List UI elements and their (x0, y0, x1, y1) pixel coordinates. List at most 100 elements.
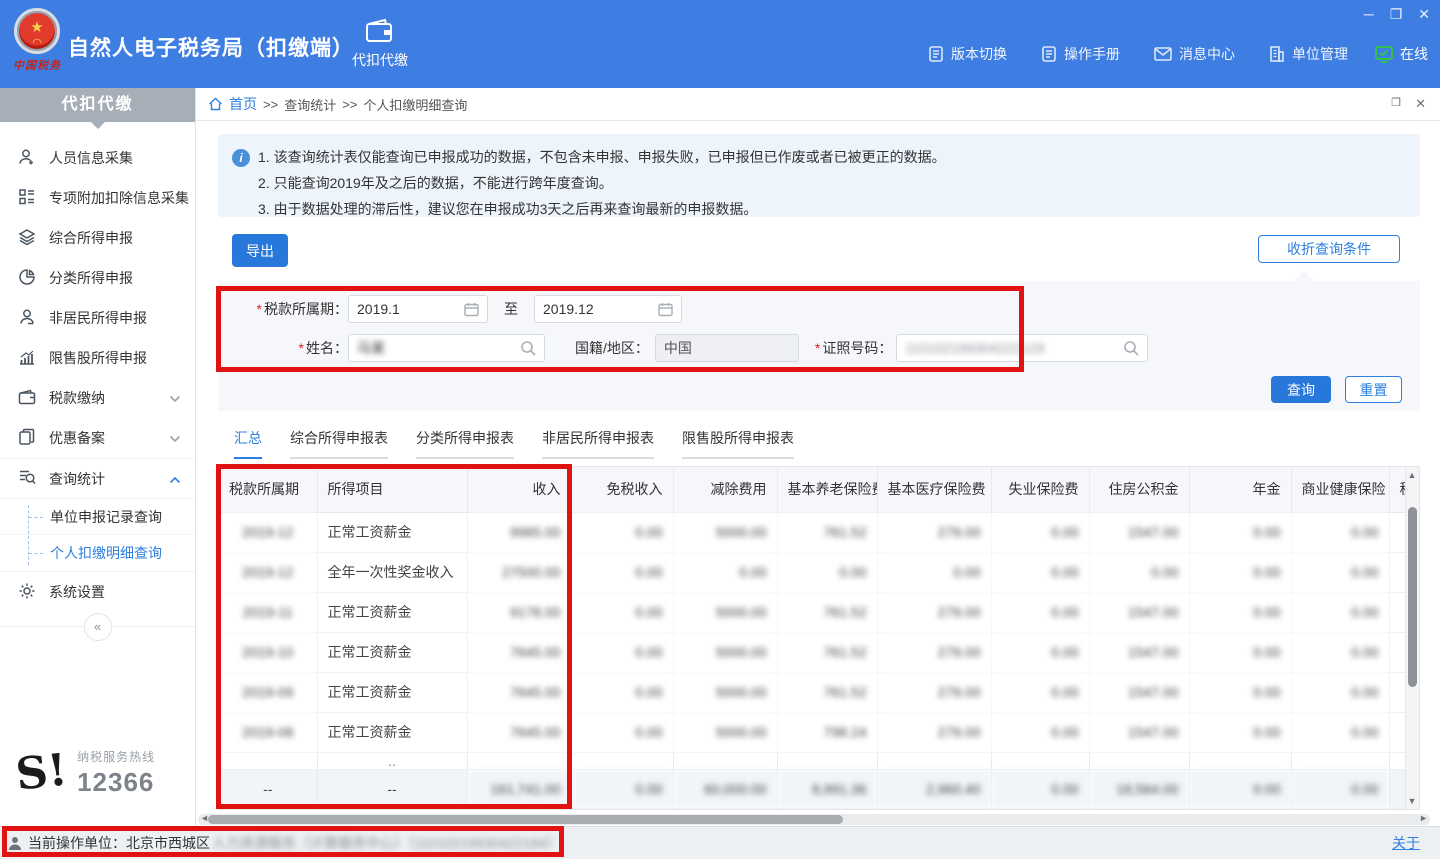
person-icon (18, 308, 36, 329)
cell: 0.00 (571, 512, 673, 552)
cell: 1547.00 (1089, 512, 1189, 552)
window-close-icon[interactable]: ✕ (1418, 6, 1430, 22)
doc-icon (1041, 46, 1057, 62)
sidebar-item-0[interactable]: 人员信息采集 (0, 138, 195, 178)
panel-restore-icon[interactable]: ❐ (1391, 96, 1401, 112)
about-link[interactable]: 关于 (1392, 833, 1420, 853)
cell: 0.00 (991, 672, 1089, 712)
scroll-down-icon[interactable]: ▼ (1406, 796, 1418, 806)
vertical-scrollbar[interactable]: ▲ ▼ (1406, 466, 1420, 810)
collapse-query-button[interactable]: 收折查询条件 (1258, 235, 1400, 263)
tab-0[interactable]: 汇总 (234, 428, 262, 459)
topbar-menu-label: 操作手册 (1064, 44, 1120, 64)
table-row-1[interactable]: 2019-12全年一次性奖金收入27500.000.000.000.000.00… (219, 552, 1405, 592)
topbar-menu-item-2[interactable]: 消息中心 (1154, 44, 1235, 64)
sidebar-item-3[interactable]: 分类所得申报 (0, 258, 195, 298)
cell (1291, 752, 1389, 769)
search-icon (520, 340, 536, 356)
sidebar-item-7[interactable]: 优惠备案 (0, 418, 195, 458)
sidebar-subitem-0[interactable]: 单位申报记录查询 (0, 499, 195, 535)
current-unit-prefix: 当前操作单位： (28, 833, 126, 853)
cell: 0.00 (571, 672, 673, 712)
cell: 7645.00 (467, 632, 571, 672)
tab-4[interactable]: 限售股所得申报表 (682, 428, 794, 459)
cell: 5000.00 (673, 712, 777, 752)
user-icon (8, 836, 22, 850)
tab-3[interactable]: 非居民所得申报表 (542, 428, 654, 459)
sidebar-subitem-1[interactable]: 个人扣缴明细查询 (0, 535, 195, 571)
period-to-input[interactable]: 2019.12 (534, 295, 682, 323)
tab-2[interactable]: 分类所得申报表 (416, 428, 514, 459)
vertical-scroll-thumb[interactable] (1408, 507, 1417, 687)
national-emblem-icon (14, 8, 60, 54)
horizontal-scrollbar[interactable]: ◄ ► (198, 814, 1430, 825)
table-row-3[interactable]: 2019-10正常工资薪金7645.000.005000.00761.52279… (219, 632, 1405, 672)
nav-tab-withholding[interactable]: 代扣代缴 (348, 18, 412, 70)
sidebar-item-8[interactable]: 查询统计 (0, 458, 195, 498)
cell: 279.00 (877, 632, 991, 672)
cell: 正常工资薪金 (317, 632, 467, 672)
horizontal-scroll-thumb[interactable] (208, 815, 843, 824)
scroll-up-icon[interactable]: ▲ (1406, 470, 1418, 480)
result-table-wrap: 税款所属期所得项目收入免税收入减除费用基本养老保险费基本医疗保险费失业保险费住房… (218, 466, 1406, 810)
sidebar-item-label: 专项附加扣除信息采集 (49, 188, 189, 208)
table-row-0[interactable]: 2019-12正常工资薪金9985.000.005000.00761.52279… (219, 512, 1405, 552)
sidebar-item-4[interactable]: 非居民所得申报 (0, 298, 195, 338)
window-controls: ─ ❐ ✕ (1364, 6, 1430, 22)
hotline-number: 12366 (77, 767, 155, 798)
tab-1[interactable]: 综合所得申报表 (290, 428, 388, 459)
search-button[interactable]: 查询 (1271, 376, 1331, 403)
copy-icon (18, 428, 36, 449)
chart-icon (18, 348, 36, 369)
cell (1089, 752, 1189, 769)
cell: 0.00 (991, 712, 1089, 752)
hotline-mascot-icon: S! (14, 750, 69, 795)
cell (467, 752, 571, 769)
sidebar-item-9[interactable]: 系统设置 (0, 572, 195, 612)
panel-close-icon[interactable]: ✕ (1415, 96, 1426, 112)
cell: 正常工资薪金 (317, 672, 467, 712)
app-title: 自然人电子税务局（扣缴端） (68, 32, 354, 62)
cell: 5000.00 (673, 632, 777, 672)
sidebar-item-5[interactable]: 限售股所得申报 (0, 338, 195, 378)
sidebar-menu: 人员信息采集专项附加扣除信息采集综合所得申报分类所得申报非居民所得申报限售股所得… (0, 138, 195, 612)
id-number-input[interactable]: 110102199304222129 (896, 334, 1148, 362)
window-minimize-icon[interactable]: ─ (1364, 6, 1374, 22)
cell (1389, 712, 1405, 752)
nationality-input: 中国 (655, 334, 799, 362)
cell (1389, 752, 1405, 769)
topbar-menu: 版本切换 操作手册 消息中心 单位管理 (928, 44, 1348, 64)
cell: 9985.00 (467, 512, 571, 552)
scroll-right-icon[interactable]: ► (1419, 813, 1428, 823)
sidebar-item-6[interactable]: 税款缴纳 (0, 378, 195, 418)
calendar-icon (464, 302, 479, 317)
sidebar-item-label: 系统设置 (49, 582, 105, 602)
sidebar: 代扣代缴 人员信息采集专项附加扣除信息采集综合所得申报分类所得申报非居民所得申报… (0, 88, 196, 826)
cell: 0.00 (991, 632, 1089, 672)
topbar-menu-item-1[interactable]: 操作手册 (1041, 44, 1120, 64)
cell: 761.52 (777, 672, 877, 712)
topbar-menu-item-3[interactable]: 单位管理 (1269, 44, 1348, 64)
table-row-4[interactable]: 2019-09正常工资薪金7645.000.005000.00761.52279… (219, 672, 1405, 712)
breadcrumb-home[interactable]: 首页 (229, 94, 257, 114)
sidebar-collapse-button[interactable]: « (84, 613, 112, 641)
sidebar-item-2[interactable]: 综合所得申报 (0, 218, 195, 258)
cell: 1547.00 (1089, 632, 1189, 672)
cell (1389, 512, 1405, 552)
name-input[interactable]: 马某 (348, 334, 545, 362)
cell: 0.00 (1291, 712, 1389, 752)
export-button[interactable]: 导出 (232, 234, 288, 267)
cell: 0.00 (1189, 552, 1291, 592)
cell: 0.00 (1189, 632, 1291, 672)
period-from-input[interactable]: 2019.1 (348, 295, 488, 323)
sidebar-item-1[interactable]: 专项附加扣除信息采集 (0, 178, 195, 218)
topbar-menu-item-0[interactable]: 版本切换 (928, 44, 1007, 64)
doc-icon (928, 46, 944, 62)
column-header-6: 基本医疗保险费 (877, 467, 991, 512)
table-row-5[interactable]: 2019-08正常工资薪金7645.000.005000.00798.24279… (219, 712, 1405, 752)
reset-button[interactable]: 重置 (1345, 376, 1402, 403)
table-row-2[interactable]: 2019-11正常工资薪金9178.000.005000.00761.52279… (219, 592, 1405, 632)
online-status[interactable]: 在线 (1375, 44, 1428, 64)
window-restore-icon[interactable]: ❐ (1390, 6, 1403, 22)
calendar-icon (658, 302, 673, 317)
